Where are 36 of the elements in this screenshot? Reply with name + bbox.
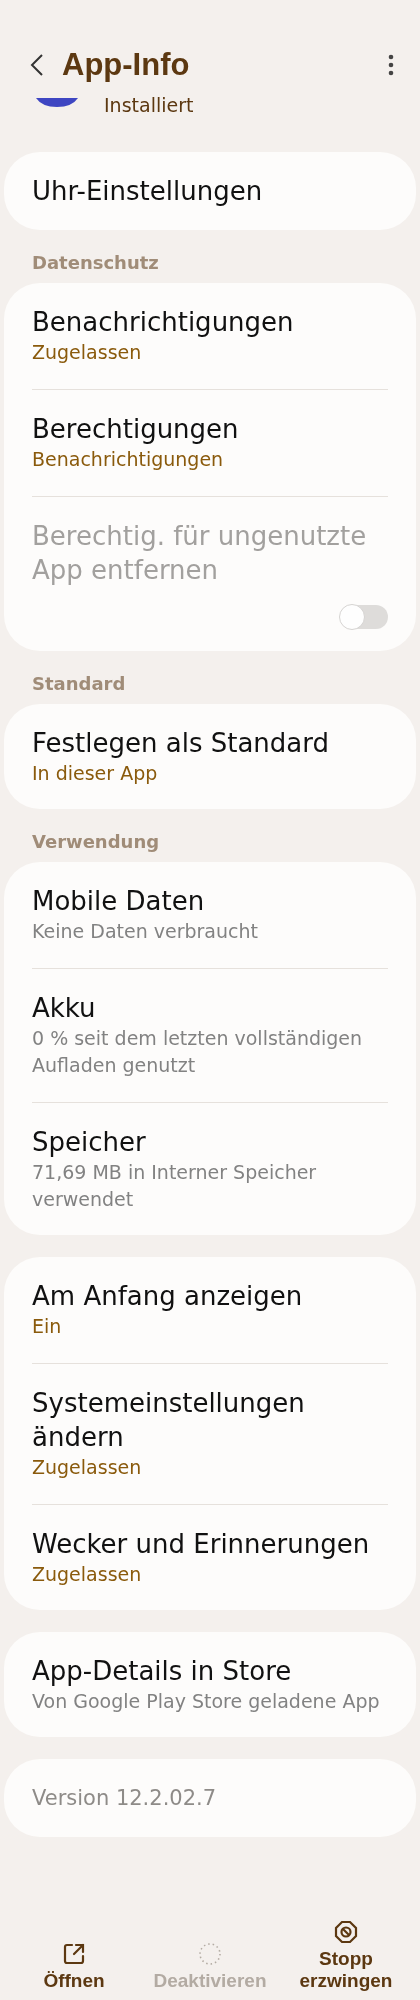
setting-title[interactable]: Berechtigungen	[32, 412, 388, 446]
action-button[interactable]: Öffnen	[6, 1900, 142, 1992]
setting-title[interactable]: Mobile Daten	[32, 884, 388, 918]
setting-summary: In dieser App	[32, 761, 159, 786]
page-title: App-Info	[62, 47, 191, 83]
toggle-switch[interactable]	[340, 605, 388, 629]
action-button[interactable]: Stopp erzwingen	[278, 1900, 414, 1992]
setting-title[interactable]: Am Anfang anzeigen	[32, 1279, 388, 1313]
block-icon	[334, 1920, 358, 1944]
dotted-circle-icon	[198, 1942, 222, 1966]
setting-title[interactable]: Uhr-Einstellungen	[32, 174, 388, 208]
setting-title[interactable]: Wecker und Erinnerungen	[32, 1527, 388, 1561]
install-status: Installiert	[104, 94, 194, 116]
version-text: Version 12.2.02.7	[32, 1785, 218, 1812]
setting-title[interactable]: App-Details in Store	[32, 1654, 388, 1688]
app-icon	[36, 98, 78, 108]
setting-title[interactable]: Systemeinstellungen ändern	[32, 1386, 388, 1454]
section-heading: Verwendung	[31, 830, 161, 854]
setting-title[interactable]: Speicher	[32, 1125, 388, 1159]
external-link-icon	[62, 1942, 86, 1966]
more-icon	[388, 54, 394, 76]
setting-summary: Keine Daten verbraucht	[32, 919, 259, 944]
setting-title[interactable]: Festlegen als Standard	[32, 726, 388, 760]
setting-summary: Zugelassen	[32, 340, 143, 365]
section-heading: Standard	[31, 672, 127, 696]
setting-summary: 71,69 MB in Interner Speicher verwendet	[32, 1160, 318, 1212]
section-heading: Datenschutz	[31, 251, 160, 275]
setting-summary: Von Google Play Store geladene App	[32, 1689, 381, 1714]
back-icon	[30, 53, 44, 77]
setting-summary: Ein	[32, 1314, 63, 1339]
setting-title[interactable]: Akku	[32, 991, 388, 1025]
setting-summary: 0 % seit dem letzten vollständigen Aufladen genutzt	[32, 1026, 364, 1078]
setting-summary: Zugelassen	[32, 1562, 143, 1587]
setting-title[interactable]: Benachrichtigungen	[32, 305, 388, 339]
setting-summary: Zugelassen	[32, 1455, 143, 1480]
setting-summary: Benachrichtigungen	[32, 447, 225, 472]
